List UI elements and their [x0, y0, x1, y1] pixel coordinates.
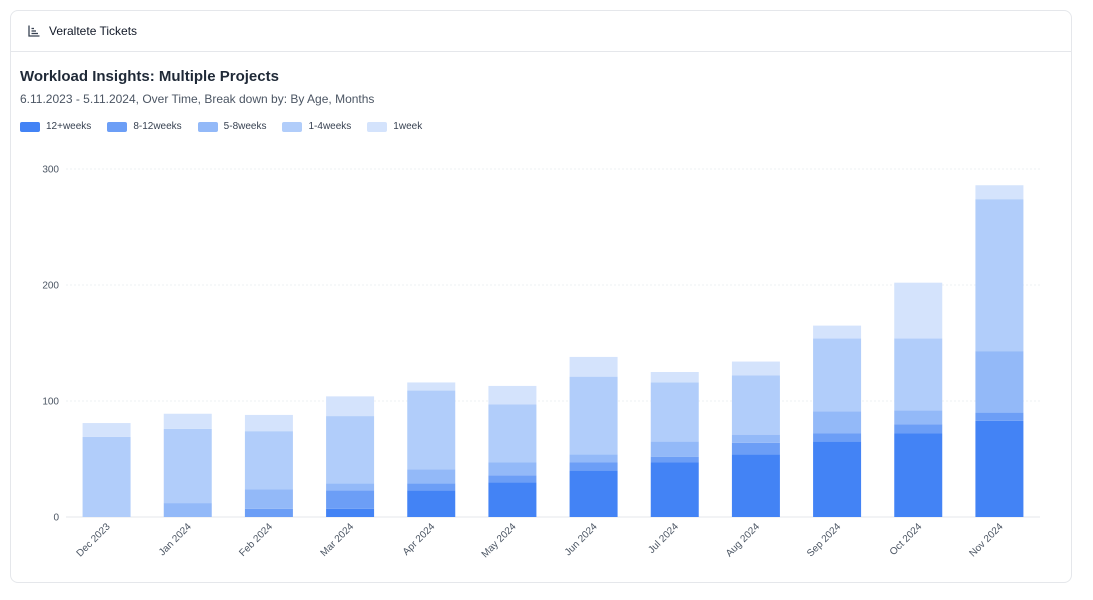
bar-segment[interactable] — [894, 424, 943, 434]
bar-segment[interactable] — [163, 428, 212, 504]
bar-segment[interactable] — [407, 390, 456, 470]
bar-segment[interactable] — [244, 431, 293, 490]
bar-segment[interactable] — [813, 441, 862, 517]
bar-segment[interactable] — [244, 508, 293, 517]
bar-segment[interactable] — [407, 490, 456, 517]
bar-segment[interactable] — [894, 282, 943, 339]
bar-segment[interactable] — [407, 483, 456, 491]
bar-segment[interactable] — [569, 356, 618, 377]
bar-segment[interactable] — [813, 338, 862, 412]
bar-segment[interactable] — [975, 351, 1024, 413]
bar-segment[interactable] — [894, 338, 943, 411]
bar-segment[interactable] — [488, 385, 537, 405]
bar-segment[interactable] — [731, 454, 780, 517]
stacked-bar-chart: 0 100 200 300 Dec 2023 Jan 2024 Feb 2024 Mar 20… — [42, 165, 1040, 560]
bar-segment[interactable] — [326, 508, 375, 517]
x-tick-label: Oct 2024 — [888, 521, 925, 558]
bar-segment[interactable] — [650, 382, 699, 442]
bar-segment[interactable] — [650, 372, 699, 383]
x-tick-label: Mar 2024 — [319, 521, 357, 559]
bar-segment[interactable] — [731, 375, 780, 435]
bar-segment[interactable] — [569, 454, 618, 463]
bar-segment[interactable] — [163, 413, 212, 429]
bar-segment[interactable] — [326, 416, 375, 484]
y-tick-label: 300 — [42, 165, 59, 176]
bar-segment[interactable] — [244, 489, 293, 509]
x-tick-label: May 2024 — [480, 521, 519, 560]
bar-segment[interactable] — [650, 441, 699, 457]
bar-segment[interactable] — [326, 396, 375, 417]
bar-segment[interactable] — [975, 420, 1024, 517]
bar-segment[interactable] — [894, 410, 943, 425]
bar-segment[interactable] — [650, 462, 699, 517]
x-tick-label: Apr 2024 — [401, 521, 438, 558]
bar-segment[interactable] — [975, 185, 1024, 200]
bar-segment[interactable] — [82, 423, 131, 437]
x-tick-label: Jun 2024 — [563, 521, 600, 558]
bar-segment[interactable] — [569, 376, 618, 455]
y-tick-label: 0 — [53, 513, 59, 524]
bar-segment[interactable] — [244, 414, 293, 432]
bar-segment[interactable] — [82, 436, 131, 517]
x-tick-label: Jul 2024 — [646, 521, 681, 556]
bar-segment[interactable] — [650, 456, 699, 463]
bar-segment[interactable] — [813, 325, 862, 339]
bar-segment[interactable] — [894, 433, 943, 517]
bar-segment[interactable] — [813, 411, 862, 434]
x-tick-label: Dec 2023 — [75, 521, 113, 559]
bar-segment[interactable] — [975, 412, 1024, 421]
x-tick-label: Feb 2024 — [237, 521, 275, 559]
bar-segment[interactable] — [407, 382, 456, 391]
x-tick-label: Jan 2024 — [157, 521, 194, 558]
bar-segment[interactable] — [488, 482, 537, 517]
bar-segment[interactable] — [488, 404, 537, 463]
bar-segment[interactable] — [407, 469, 456, 484]
bar-segment[interactable] — [326, 483, 375, 491]
bar-segment[interactable] — [813, 433, 862, 442]
bar-segment[interactable] — [488, 475, 537, 483]
bar-segment[interactable] — [569, 470, 618, 517]
bar-segment[interactable] — [731, 434, 780, 443]
bar-segment[interactable] — [731, 361, 780, 376]
y-tick-label: 100 — [42, 397, 59, 408]
bar-segment[interactable] — [731, 442, 780, 455]
bar-segment[interactable] — [163, 503, 212, 517]
y-tick-label: 200 — [42, 281, 59, 292]
x-tick-label: Nov 2024 — [967, 521, 1005, 559]
x-tick-label: Sep 2024 — [805, 521, 843, 559]
x-tick-label: Aug 2024 — [724, 521, 762, 559]
bar-segment[interactable] — [488, 462, 537, 476]
bar-segment[interactable] — [569, 462, 618, 471]
bar-segment[interactable] — [326, 490, 375, 509]
bar-segment[interactable] — [975, 199, 1024, 352]
